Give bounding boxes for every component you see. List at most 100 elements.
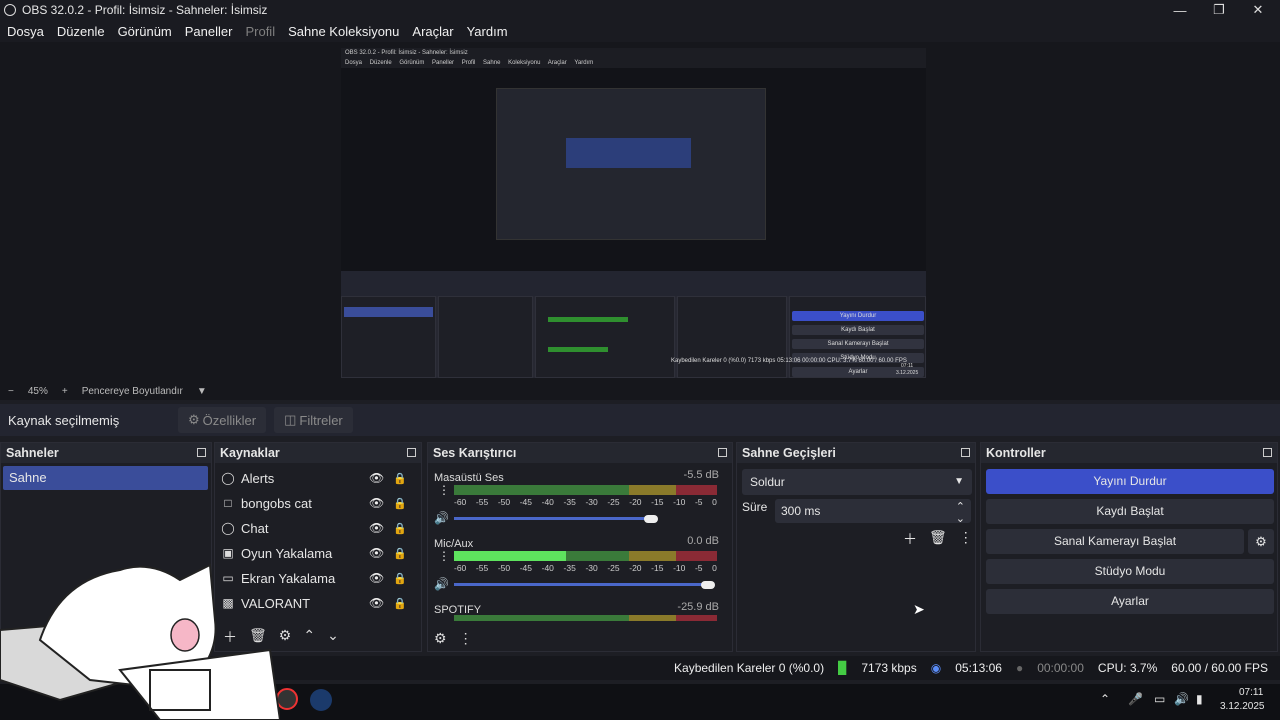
properties-button[interactable]: ⚙ Özellikler [178, 407, 267, 433]
fit-to-window-button[interactable]: Pencereye Boyutlandır [82, 386, 183, 397]
eye-icon[interactable]: 👁 [369, 596, 384, 610]
zoom-in-button[interactable]: + [62, 386, 68, 397]
volume-knob[interactable] [644, 515, 658, 523]
speaker-icon[interactable]: 🔊 [1174, 692, 1189, 706]
nested-docks: Yayını Durdur Kaydı Başlat Sanal Kameray… [341, 296, 926, 378]
undock-icon[interactable] [197, 448, 206, 457]
kebab-menu-icon[interactable]: ⋮ [459, 630, 473, 647]
kebab-menu-icon[interactable]: ⋮ [438, 483, 450, 497]
source-item[interactable]: ◯ Alerts 👁 🔒 [221, 466, 421, 490]
source-item[interactable]: ◯ Chat 👁 🔒 [221, 516, 421, 540]
lock-icon[interactable]: 🔒 [393, 547, 407, 560]
steam-icon[interactable] [310, 689, 332, 711]
chevron-down-icon[interactable]: ▼ [197, 386, 207, 397]
source-label: Alerts [241, 470, 275, 486]
undock-icon[interactable] [718, 448, 727, 457]
nested-btn: Yayını Durdur [792, 311, 924, 321]
nested-inner-docks [566, 138, 691, 168]
lock-icon[interactable]: 🔒 [393, 472, 407, 485]
taskbar-date[interactable]: 3.12.2025 [1220, 701, 1265, 712]
zoom-out-button[interactable]: − [8, 386, 14, 397]
eye-icon[interactable]: 👁 [369, 546, 384, 560]
volume-meter [454, 615, 717, 623]
start-recording-button[interactable]: Kaydı Başlat [986, 499, 1274, 524]
meter-ticks: -60 -55 -50 -45 -40 -35 -30 -25 -20 -15 -10 -5 0 [454, 497, 717, 507]
mixer-channel: Mic/Aux 0.0 dB -60 -55 -50 -45 -40 -35 -30 -25-… [434, 535, 719, 591]
globe-icon: ◯ [221, 521, 235, 535]
nested-date: 3.12.2025 [896, 370, 919, 376]
menu-docks[interactable]: Paneller [185, 24, 233, 39]
arrow-down-icon[interactable]: ⌄ [327, 627, 339, 647]
window-title: OBS 32.0.2 - Profil: İsimsiz - Sahneler:… [22, 3, 268, 17]
chevron-up-icon[interactable]: ⌃ [1100, 692, 1110, 706]
eye-icon[interactable]: 👁 [369, 496, 384, 510]
nested-btn: Sanal Kamerayı Başlat [792, 339, 924, 349]
studio-mode-button[interactable]: Stüdyo Modu [986, 559, 1274, 584]
eye-icon[interactable]: 👁 [369, 521, 384, 535]
menu-help[interactable]: Yardım [467, 24, 508, 39]
menu-file[interactable]: Dosya [7, 24, 44, 39]
transition-value: Soldur [750, 475, 785, 489]
source-label: Chat [241, 520, 269, 536]
close-icon[interactable]: ✕ [1238, 0, 1278, 20]
undock-icon[interactable] [961, 448, 970, 457]
volume-slider[interactable] [454, 583, 709, 586]
kebab-menu-icon[interactable]: ⋮ [438, 549, 450, 563]
nested-btn: Kaydı Başlat [792, 325, 924, 335]
battery-icon[interactable]: ▮ [1196, 692, 1203, 706]
scenes-title: Sahneler [6, 446, 59, 460]
duration-input[interactable]: 300 ms ⌃ ⌄ [775, 499, 971, 525]
nested-sources-dock [438, 296, 533, 378]
nested-meter [548, 317, 628, 322]
speaker-icon[interactable]: 🔊 [434, 577, 449, 591]
lock-icon[interactable]: 🔒 [393, 497, 407, 510]
stop-stream-button[interactable]: Yayını Durdur [986, 469, 1274, 494]
gear-icon[interactable]: ⚙ [1248, 529, 1274, 554]
gear-icon[interactable]: ⚙ [434, 630, 447, 647]
nested-meter [548, 347, 608, 352]
volume-slider[interactable] [454, 517, 654, 520]
lock-icon[interactable]: 🔒 [393, 597, 407, 610]
nested-title: OBS 32.0.2 - Profil: İsimsiz - Sahneler:… [341, 48, 926, 58]
transition-select[interactable]: Soldur ▼ [742, 469, 972, 495]
undock-icon[interactable] [1263, 448, 1272, 457]
controls-header: Kontroller [981, 443, 1277, 463]
menu-profile[interactable]: Profil [245, 24, 275, 39]
stream-icon: ◉ [930, 661, 942, 675]
trash-icon[interactable]: 🗑 [929, 529, 947, 549]
settings-button[interactable]: Ayarlar [986, 589, 1274, 614]
maximize-icon[interactable]: ❐ [1199, 0, 1239, 20]
filters-label: Filtreler [299, 412, 343, 428]
transitions-header: Sahne Geçişleri [737, 443, 975, 463]
source-toolbar: Kaynak seçilmemiş ⚙ Özellikler ◫ Filtrel… [0, 404, 1280, 436]
nested-menu: Dosya Düzenle Görünüm Paneller Profil Sa… [341, 58, 926, 68]
kebab-menu-icon[interactable]: ⋮ [959, 529, 973, 549]
lock-icon[interactable]: 🔒 [393, 572, 407, 585]
monitor-icon[interactable]: ▭ [1154, 692, 1165, 706]
start-virtual-camera-button[interactable]: Sanal Kamerayı Başlat [986, 529, 1244, 554]
menu-view[interactable]: Görünüm [118, 24, 172, 39]
chevron-down-icon[interactable]: ⌄ [956, 507, 965, 531]
menu-edit[interactable]: Düzenle [57, 24, 105, 39]
eye-icon[interactable]: 👁 [369, 471, 384, 485]
arrow-up-icon[interactable]: ⌃ [303, 627, 315, 647]
program-preview[interactable]: OBS 32.0.2 - Profil: İsimsiz - Sahneler:… [341, 48, 926, 378]
gear-icon[interactable]: ⚙ [279, 627, 292, 647]
undock-icon[interactable] [407, 448, 416, 457]
add-icon[interactable]: ＋ [903, 529, 917, 549]
microphone-icon[interactable]: 🎤 [1128, 692, 1143, 706]
filters-button[interactable]: ◫ Filtreler [274, 407, 353, 433]
record-icon: ● [1015, 661, 1024, 675]
taskbar-clock[interactable]: 07:11 [1239, 687, 1263, 698]
menu-tools[interactable]: Araçlar [412, 24, 453, 39]
volume-knob[interactable] [701, 581, 715, 589]
fps: 60.00 / 60.00 FPS [1171, 661, 1268, 675]
meter-ticks: -60 -55 -50 -45 -40 -35 -30 -25 -20 -15 -10 -5 0 [454, 563, 717, 573]
lock-icon[interactable]: 🔒 [393, 522, 407, 535]
menu-scene-collection[interactable]: Sahne Koleksiyonu [288, 24, 399, 39]
speaker-icon[interactable]: 🔊 [434, 511, 449, 525]
source-item[interactable]: □ bongobs cat 👁 🔒 [221, 491, 421, 515]
minimize-icon[interactable]: — [1160, 0, 1200, 20]
eye-icon[interactable]: 👁 [369, 571, 384, 585]
scene-item[interactable]: Sahne [3, 466, 208, 490]
